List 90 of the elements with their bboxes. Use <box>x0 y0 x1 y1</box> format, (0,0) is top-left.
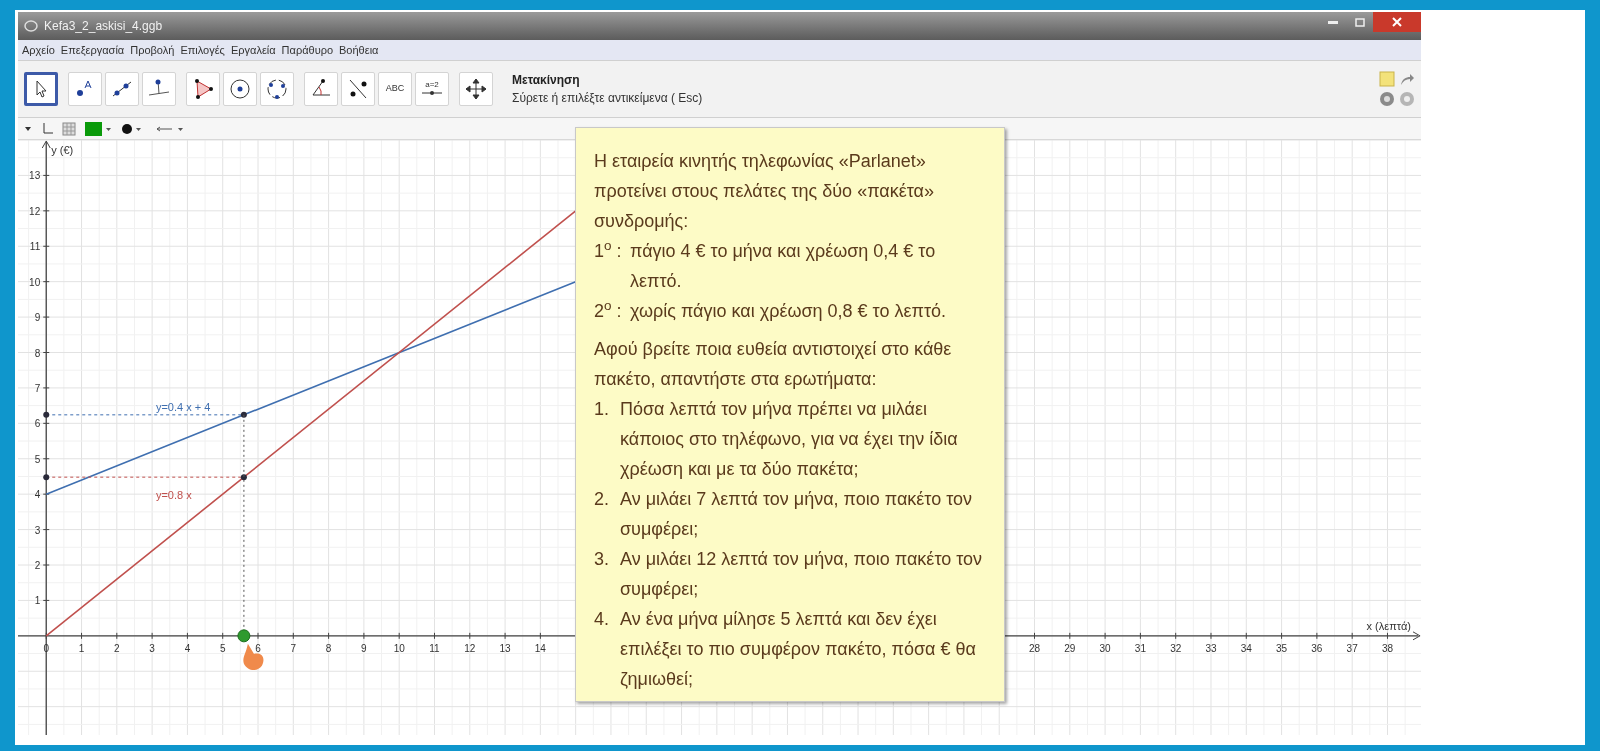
menu-item[interactable]: Αρχείο <box>22 41 55 59</box>
close-button[interactable] <box>1373 12 1421 32</box>
list-number: 3. <box>594 548 610 571</box>
tick-label: 4 <box>184 642 191 654</box>
tick-label: 1 <box>78 642 85 654</box>
list-text: Αν μιλάει 7 λεπτά τον μήνα, ποιο πακέτο τον συμφέρει; <box>620 488 974 541</box>
list-text: Πόσα λεπτά τον μήνα πρέπει να μιλάει κάποιος στο τηλέφωνο, για να έχει την ίδια χρέωση και με τα δύο πακέτα; <box>620 398 959 481</box>
tick-label: 5 <box>219 642 226 654</box>
tick-label: 5 <box>34 453 41 465</box>
tick-label: 38 <box>1381 642 1394 654</box>
tool-button[interactable]: ABC <box>378 72 412 106</box>
tick-label: 10 <box>29 276 41 288</box>
tick-label: 0 <box>43 642 49 654</box>
tick-label: 11 <box>29 241 41 253</box>
tick-label: 9 <box>361 642 367 654</box>
tick-label: 35 <box>1276 642 1288 654</box>
tick-label: 37 <box>1346 642 1358 654</box>
tick-label: 12 <box>464 642 476 654</box>
slider-point <box>237 629 251 643</box>
tick-label: 1 <box>34 595 41 607</box>
tool-button[interactable] <box>24 72 58 106</box>
line-label: y=0.4 x + 4 <box>155 400 211 413</box>
tick-label: 11 <box>429 642 440 654</box>
tick-label: 36 <box>1311 642 1323 654</box>
axis-title: y (€) <box>51 144 74 156</box>
tick-label: 13 <box>29 170 41 182</box>
data-point <box>43 411 50 418</box>
list-number: 4. <box>594 608 610 631</box>
menu-item[interactable]: Εργαλεία <box>230 41 276 59</box>
tick-label: 10 <box>393 642 405 654</box>
tick-label: 6 <box>255 642 261 654</box>
collapse-icon[interactable] <box>24 124 32 133</box>
list-text: Αν μιλάει 12 λεπτά τον μήνα, ποιο πακέτο τον συμφέρει; <box>620 548 984 601</box>
line-label: y=0.8 x <box>155 489 192 502</box>
tick-label: 3 <box>149 642 155 654</box>
list-number: 1. <box>594 398 610 421</box>
tick-label: 2 <box>34 560 41 571</box>
tick-label: 6 <box>34 418 41 430</box>
menu-item[interactable]: Επιλογές <box>180 41 225 59</box>
tick-label: 31 <box>1134 642 1146 654</box>
circle-icon <box>228 77 252 101</box>
help-icon[interactable] <box>1379 91 1395 107</box>
app-icon <box>24 19 38 33</box>
tick-label: 34 <box>1240 642 1252 654</box>
data-point <box>240 474 247 481</box>
axes-icon[interactable] <box>40 121 54 136</box>
data-point <box>43 474 50 481</box>
tick-label: 7 <box>34 382 41 394</box>
list-marker: 1$^{ο}$ : <box>594 237 623 263</box>
list-text: πάγιο 4 € το μήνα και χρέωση 0,4 € το λεπτό. <box>630 240 937 293</box>
tool-name: Μετακίνηση <box>512 72 581 89</box>
grid-icon[interactable] <box>62 121 76 136</box>
note-paragraph: Η εταιρεία κινητής τηλεφωνίας «Parlanet» προτείνει στους πελάτες της δύο «πακέτα» συνδρομής: <box>594 150 935 233</box>
tick-label: 4 <box>34 489 41 501</box>
menu-item[interactable]: Προβολή <box>130 41 175 59</box>
tick-label: 13 <box>499 642 511 654</box>
menu-item[interactable]: Βοήθεια <box>339 41 379 59</box>
minimize-icon <box>1328 20 1338 24</box>
tick-label: 2 <box>114 642 120 654</box>
data-point <box>240 411 247 418</box>
tick-label: 14 <box>534 642 546 654</box>
move-view-icon <box>464 77 488 101</box>
tick-label: 7 <box>290 642 297 654</box>
tick-label: 33 <box>1205 642 1217 654</box>
list-marker: 2$^{ο}$ : <box>594 297 623 323</box>
list-text: Αν ένα μήνα μίλησε 5 λεπτά και δεν έχει επιλέξει το πιο συμφέρον πακέτο, πόσα € θα ζημιωθεί; <box>620 608 977 691</box>
tick-label: 28 <box>1028 642 1041 654</box>
circle-icon <box>265 77 289 101</box>
tick-label: 12 <box>29 205 41 217</box>
tick-label: 8 <box>34 347 41 359</box>
axis-title: x (λεπτά) <box>1366 619 1411 632</box>
color-picker-icon[interactable] <box>84 120 112 137</box>
window-title: Kefa3_2_askisi_4.ggb <box>44 18 163 35</box>
list-text: χωρίς πάγιο και χρέωση 0,8 € το λεπτό. <box>630 300 947 323</box>
tick-label: 8 <box>325 642 332 654</box>
share-icon[interactable] <box>1399 71 1415 87</box>
tick-label: 30 <box>1099 642 1111 654</box>
maximize-icon <box>1355 17 1365 27</box>
menu-item[interactable]: Επεξεργασία <box>60 41 125 59</box>
note-paragraph: Αφού βρείτε ποια ευθεία αντιστοιχεί στο κάθε πακέτο, απαντήστε στα ερωτήματα: <box>594 338 953 391</box>
list-number: 2. <box>594 488 610 511</box>
tool-button[interactable]: a=2 <box>415 72 449 106</box>
menu-item[interactable]: Παράθυρο <box>281 41 334 59</box>
tick-label: 9 <box>34 312 41 324</box>
tick-label: 32 <box>1170 642 1182 654</box>
tick-label: 29 <box>1064 642 1076 654</box>
close-icon <box>1392 17 1402 27</box>
tool-help: Σύρετε ή επιλέξτε αντικείμενα ( Esc) <box>512 90 703 107</box>
hand-cursor-icon <box>243 643 264 671</box>
tick-label: 3 <box>34 524 41 536</box>
